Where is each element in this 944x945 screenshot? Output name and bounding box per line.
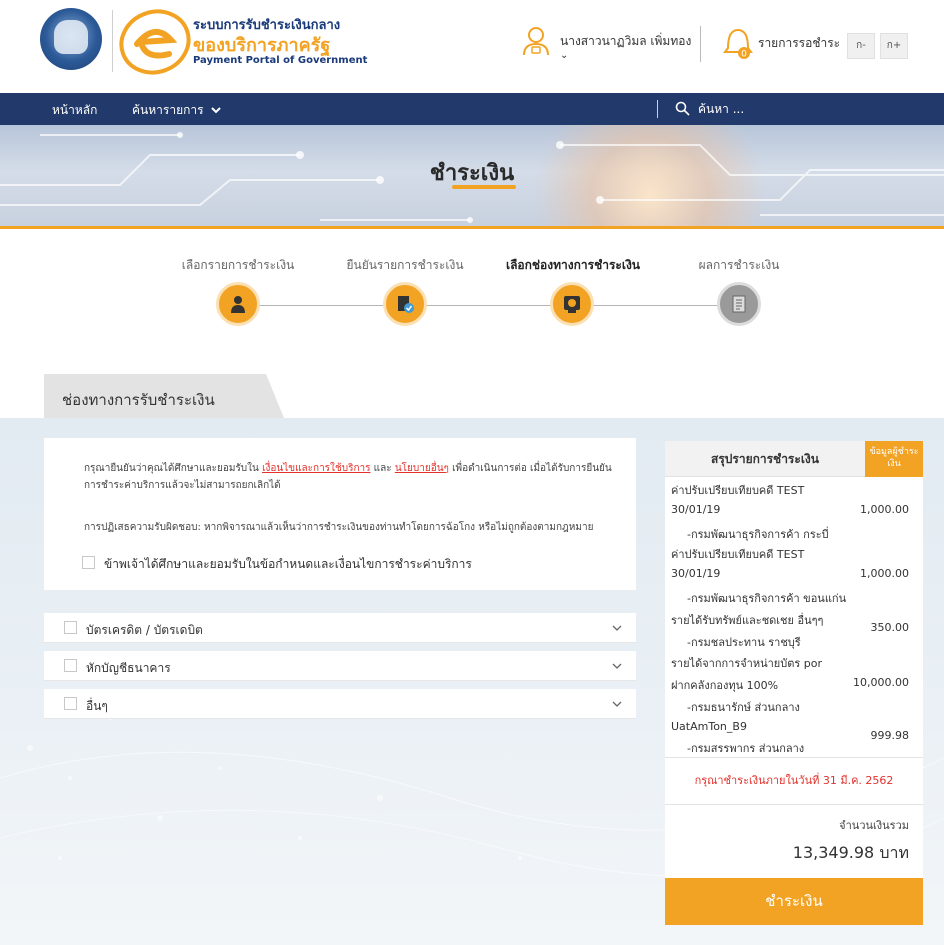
summary-item-agency: -กรมสรรพากร ส่วนกลาง <box>687 742 805 755</box>
payment-method-bank[interactable]: หักบัญชีธนาคาร <box>44 651 636 681</box>
payment-method-label: หักบัญชีธนาคาร <box>86 661 171 675</box>
progress-line <box>253 305 737 306</box>
summary-item-subtitle: ฝากคลังกองทุน 100% <box>671 679 779 692</box>
pay-button[interactable]: ชำระเงิน <box>665 878 923 925</box>
terms-panel: กรุณายืนยันว่าคุณได้ศึกษาและยอมรับใน เงื… <box>44 438 636 590</box>
step-2-circle <box>383 282 427 326</box>
summary-item-amount: 350.00 <box>870 621 910 634</box>
title-underline <box>452 185 516 189</box>
total-amount: 13,349.98 บาท <box>792 843 909 862</box>
chevron-down-icon[interactable] <box>612 623 622 633</box>
user-icon[interactable] <box>522 26 550 56</box>
chevron-down-icon[interactable] <box>612 699 622 709</box>
person-icon <box>231 296 245 313</box>
summary-item-title: รายได้จากการจำหน่ายบัตร por <box>671 657 823 670</box>
site-header: ระบบการรับชำระเงินกลาง ของบริการภาครัฐ P… <box>0 0 944 93</box>
payment-method-checkbox[interactable] <box>64 621 77 634</box>
summary-item-agency: -กรมพัฒนาธุรกิจการค้า กระบี่ <box>687 528 829 541</box>
header-separator <box>700 26 701 62</box>
nav-separator <box>657 100 658 118</box>
font-increase-button[interactable]: ก+ <box>880 33 908 59</box>
step-1-label: เลือกรายการชำระเงิน <box>181 258 295 272</box>
nav-search-list-label: ค้นหารายการ <box>132 103 204 117</box>
document-check-icon <box>398 296 414 313</box>
user-menu-chevron-down-icon[interactable]: ⌄ <box>560 50 568 61</box>
search-input[interactable] <box>698 99 928 119</box>
banner-accent-line <box>0 226 944 229</box>
summary-item-title: รายได้รับทรัพย์และชดเชย อื่นๆๆ <box>671 614 824 627</box>
payment-method-checkbox[interactable] <box>64 659 77 672</box>
accept-terms-checkbox[interactable] <box>82 556 95 569</box>
payment-channel-icon <box>564 296 580 313</box>
payment-method-card[interactable]: บัตรเครดิต / บัตรเดบิต <box>44 613 636 643</box>
main-navbar: หน้าหลัก ค้นหารายการ <box>0 93 944 125</box>
summary-item-title: ค่าปรับเปรียบเทียบคดี TEST <box>671 548 805 561</box>
payment-due-note: กรุณาชำระเงินภายในวันที่ 31 มี.ค. 2562 <box>665 757 923 805</box>
payment-method-checkbox[interactable] <box>64 697 77 710</box>
summary-item-agency: -กรมพัฒนาธุรกิจการค้า ขอนแก่น <box>687 592 847 605</box>
nav-home[interactable]: หน้าหลัก <box>52 101 97 120</box>
summary-item-amount: 1,000.00 <box>860 503 909 516</box>
summary-item-agency: -กรมชลประทาน ราชบุรี <box>687 636 801 649</box>
summary-item-amount: 10,000.00 <box>853 676 909 689</box>
font-decrease-button[interactable]: ก- <box>847 33 875 59</box>
search-icon[interactable] <box>675 101 690 116</box>
summary-tab[interactable]: สรุปรายการชำระเงิน <box>665 441 865 477</box>
user-name[interactable]: นางสาวนาฏวิมล เพิ่มทอง <box>560 32 691 51</box>
terms-of-service-link[interactable]: เงื่อนไขและการใช้บริการ <box>262 463 370 474</box>
summary-item-amount: 999.98 <box>870 729 910 742</box>
header-divider <box>112 10 113 72</box>
summary-item-title: ค่าปรับเปรียบเทียบคดี TEST <box>671 484 805 497</box>
payment-summary-panel: สรุปรายการชำระเงิน ข้อมูลผู้ชำระเงิน ค่า… <box>665 441 923 925</box>
pending-count-badge: 0 <box>741 50 747 60</box>
terms-text-and: และ <box>370 463 395 474</box>
chevron-down-icon <box>211 107 222 114</box>
disclaimer-text: การปฏิเสธความรับผิดชอบ: หากพิจารณาแล้วเห… <box>84 522 594 533</box>
summary-item-amount: 1,000.00 <box>860 567 909 580</box>
receipt-icon <box>732 295 746 313</box>
step-3-circle <box>550 282 594 326</box>
section-title: ช่องทางการรับชำระเงิน <box>62 391 215 409</box>
nav-search-list[interactable]: ค้นหารายการ <box>132 101 222 120</box>
summary-item-date: 30/01/19 <box>671 503 721 516</box>
payment-method-other[interactable]: อื่นๆ <box>44 689 636 719</box>
terms-text: กรุณายืนยันว่าคุณได้ศึกษาและยอมรับใน เงื… <box>84 460 624 494</box>
accept-terms-label[interactable]: ข้าพเจ้าได้ศึกษาและยอมรับในข้อกำหนดและเง… <box>104 555 472 574</box>
summary-item-title: UatAmTon_B9 <box>671 720 747 733</box>
payment-method-label: บัตรเครดิต / บัตรเดบิต <box>86 623 203 637</box>
payer-info-tab[interactable]: ข้อมูลผู้ชำระเงิน <box>865 441 923 477</box>
terms-text-before: กรุณายืนยันว่าคุณได้ศึกษาและยอมรับใน <box>84 463 263 474</box>
summary-item-date: 30/01/19 <box>671 567 721 580</box>
payment-method-label: อื่นๆ <box>86 699 108 713</box>
step-3-label: เลือกช่องทางการชำระเงิน <box>505 258 641 272</box>
brand-subtitle: Payment Portal of Government <box>193 55 368 66</box>
chevron-down-icon[interactable] <box>612 661 622 671</box>
government-emblem-logo <box>40 8 102 70</box>
other-policies-link[interactable]: นโยบายอื่นๆ <box>395 463 449 474</box>
pending-payments-link[interactable]: รายการรอชำระ <box>758 34 840 53</box>
summary-item-agency: -กรมธนารักษ์ ส่วนกลาง <box>687 701 800 714</box>
e-payment-logo-icon <box>119 9 191 75</box>
bell-icon[interactable]: 0 <box>722 22 754 62</box>
page-banner: ชำระเงิน <box>0 125 944 229</box>
step-4-circle <box>717 282 761 326</box>
step-1-circle <box>216 282 260 326</box>
step-2-label: ยืนยันรายการชำระเงิน <box>346 258 464 272</box>
step-4-label: ผลการชำระเงิน <box>698 258 780 272</box>
total-label: จำนวนเงินรวม <box>839 819 909 832</box>
